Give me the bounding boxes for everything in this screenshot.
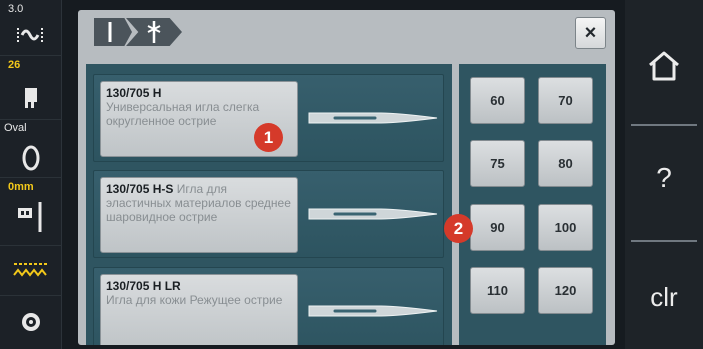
needle-code: 130/705 H LR	[106, 279, 181, 293]
status-sidebar: 3.0 26 Oval 0mm	[0, 0, 62, 349]
needle-row[interactable]: 130/705 H-S Игла для эластичных материал…	[93, 170, 444, 258]
stitch-width-value: 3.0	[8, 3, 24, 15]
needle-size-grid: 60 70 75 80 90 100 110 120	[459, 64, 606, 345]
size-button-110[interactable]: 110	[470, 267, 525, 314]
oval-sole-icon	[22, 145, 40, 171]
stitch-type-cell[interactable]	[0, 246, 62, 296]
stitch-width-cell[interactable]: 3.0	[0, 0, 62, 56]
needle-type-button[interactable]: 130/705 H LR Игла для кожи Режущее остри…	[100, 274, 298, 345]
needle-row[interactable]: 130/705 H LR Игла для кожи Режущее остри…	[93, 267, 444, 345]
needle-position-cell[interactable]: 0mm	[0, 178, 62, 246]
stitch-number-cell[interactable]: 26	[0, 56, 62, 120]
needle-description: Игла для кожи Режущее острие	[106, 293, 283, 307]
needle-illustration-icon	[308, 112, 438, 124]
help-button[interactable]: ?	[625, 126, 703, 240]
size-button-80[interactable]: 80	[538, 140, 593, 187]
needle-selection-panel: × 130/705 H Универсальная игла слегка ок…	[78, 10, 615, 345]
bobbin-cell[interactable]	[0, 296, 62, 349]
presser-foot-icon	[25, 88, 37, 108]
foot-sole-label: Oval	[4, 122, 27, 134]
tab-needle[interactable]	[94, 18, 132, 46]
needle-illustration-icon	[308, 208, 438, 220]
needle-position-value: 0mm	[8, 181, 34, 193]
home-icon	[649, 51, 679, 81]
bobbin-icon	[22, 313, 40, 331]
needle-position-icon	[18, 202, 42, 232]
needle-illustration-icon	[308, 305, 438, 317]
callout-badge-1: 1	[254, 123, 283, 152]
size-button-75[interactable]: 75	[470, 140, 525, 187]
close-button[interactable]: ×	[575, 17, 606, 49]
clear-label: clr	[650, 282, 678, 312]
needle-type-list: 130/705 H Универсальная игла слегка окру…	[86, 64, 452, 345]
sewing-machine-screen: 3.0 26 Oval 0mm × 130/705 H Универсальна…	[0, 0, 703, 349]
stitch-width-icon	[17, 28, 43, 42]
needle-code: 130/705 H	[106, 86, 162, 100]
needle-icon	[108, 22, 112, 42]
size-button-100[interactable]: 100	[538, 204, 593, 251]
stitch-number-value: 26	[8, 59, 21, 71]
foot-sole-cell[interactable]: Oval	[0, 120, 62, 178]
help-label: ?	[656, 162, 672, 193]
tab-strip: ×	[78, 10, 615, 58]
needle-type-button[interactable]: 130/705 H-S Игла для эластичных материал…	[100, 177, 298, 253]
callout-badge-2: 2	[444, 214, 473, 243]
size-button-120[interactable]: 120	[538, 267, 593, 314]
size-button-60[interactable]: 60	[470, 77, 525, 124]
needle-code: 130/705 H-S	[106, 182, 177, 196]
home-button[interactable]	[625, 0, 703, 114]
size-button-90[interactable]: 90	[470, 204, 525, 251]
tab-presser-foot[interactable]	[126, 18, 182, 46]
right-navigation: ? clr	[625, 0, 703, 349]
size-button-70[interactable]: 70	[538, 77, 593, 124]
zigzag-stitch-icon	[13, 263, 48, 277]
clear-button[interactable]: clr	[625, 242, 703, 349]
needle-threading-icon	[147, 21, 161, 43]
